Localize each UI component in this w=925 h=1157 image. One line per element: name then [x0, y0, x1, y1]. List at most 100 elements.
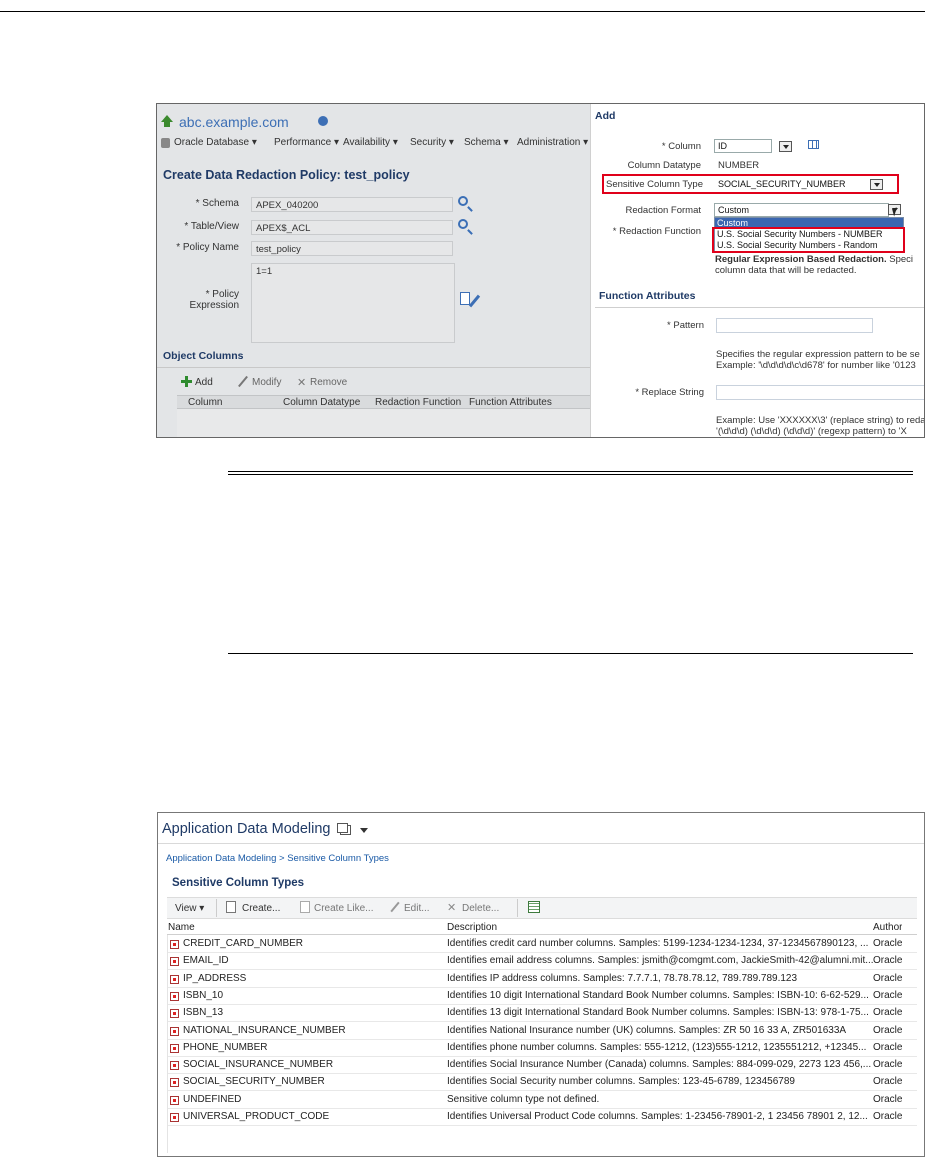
menu-schema[interactable]: Schema ▾ — [464, 137, 509, 148]
row-name: SOCIAL_INSURANCE_NUMBER — [183, 1059, 334, 1071]
row-description: Identifies phone number columns. Samples… — [447, 1041, 867, 1053]
replace-string-input[interactable] — [716, 385, 924, 400]
menu-security[interactable]: Security ▾ — [410, 137, 454, 148]
row-author: Oracle — [873, 1076, 903, 1088]
policy-name-input[interactable]: test_policy — [251, 241, 453, 256]
table-header — [167, 920, 917, 935]
policy-name-label: * Policy Name — [176, 242, 239, 253]
redaction-format-select[interactable]: Custom — [714, 203, 889, 217]
row-author: Oracle — [873, 1007, 903, 1019]
up-arrow-stem — [164, 121, 170, 127]
highlight-box-ssn-options — [712, 227, 905, 253]
schema-input[interactable]: APEX_040200 — [251, 197, 453, 212]
delete-icon: ✕ — [447, 902, 457, 914]
column-dropdown-button[interactable] — [779, 141, 792, 152]
row-author: Oracle — [873, 955, 903, 967]
pattern-input[interactable] — [716, 318, 873, 333]
row-name: SOCIAL_SECURITY_NUMBER — [183, 1076, 325, 1088]
schema-label: * Schema — [195, 198, 239, 209]
row-author: Oracle — [873, 938, 903, 949]
replace-help-2: '(\d\d\d) (\d\d\d) (\d\d\d)' (regexp pat… — [716, 426, 907, 437]
remove-button[interactable]: Remove — [310, 377, 347, 388]
col-column-datatype: Column Datatype — [283, 397, 361, 408]
toolbar-separator — [517, 899, 518, 917]
sensitive-type-icon — [170, 957, 179, 967]
expression-builder-icon[interactable] — [460, 292, 470, 305]
sensitive-type-icon — [170, 1043, 179, 1053]
row-description: Identifies Social Security number column… — [447, 1076, 795, 1088]
table-view-label: * Table/View — [184, 221, 239, 232]
table-row[interactable]: UNDEFINED Sensitive column type not defin… — [167, 1092, 917, 1109]
create-policy-panel: abc.example.com Oracle Database ▾ Perfor… — [157, 104, 590, 437]
table-row[interactable]: ISBN_10 Identifies 10 digit International… — [167, 988, 917, 1005]
table-row[interactable]: EMAIL_ID Identifies email address columns… — [167, 953, 917, 971]
add-icon — [185, 376, 188, 387]
row-name: UNIVERSAL_PRODUCT_CODE — [183, 1111, 330, 1122]
pattern-help-1: Specifies the regular expression pattern… — [716, 349, 920, 360]
row-description: Identifies Social Insurance Number (Cana… — [447, 1059, 872, 1071]
col-function-attributes: Function Attributes — [469, 397, 552, 408]
breadcrumb[interactable]: Application Data Modeling > Sensitive Co… — [166, 853, 389, 864]
copy-icon-back — [337, 823, 348, 833]
info-icon[interactable] — [318, 116, 328, 126]
sensitive-type-icon — [170, 1078, 179, 1088]
row-description: Identifies Universal Product Code column… — [447, 1111, 868, 1122]
menu-administration[interactable]: Administration ▾ — [517, 137, 588, 148]
row-description: Identifies email address columns. Sample… — [447, 955, 873, 967]
column-datatype-value: NUMBER — [718, 160, 760, 171]
target-name-link[interactable]: abc.example.com — [179, 114, 289, 130]
table-row[interactable]: IP_ADDRESS Identifies IP address columns.… — [167, 971, 917, 988]
sensitive-column-type-select[interactable]: SOCIAL_SECURITY_NUMBER — [715, 178, 865, 191]
row-author: Oracle — [873, 1059, 903, 1071]
sensitive-column-types-screenshot: Application Data Modeling Application Da… — [157, 812, 925, 1157]
col-name: Name — [168, 922, 195, 933]
delete-button[interactable]: Delete... — [462, 903, 499, 914]
col-description: Description — [447, 922, 498, 933]
search-icon[interactable] — [458, 219, 468, 229]
row-name: ISBN_13 — [183, 1007, 224, 1019]
sensitive-type-icon — [170, 1026, 179, 1036]
row-description: Sensitive column type not defined. — [447, 1093, 600, 1105]
add-button[interactable]: Add — [195, 377, 213, 388]
sensitive-type-icon — [170, 1095, 179, 1105]
table-left-border — [167, 935, 168, 1153]
edit-button[interactable]: Edit... — [404, 903, 430, 914]
search-icon[interactable] — [458, 196, 468, 206]
row-name: PHONE_NUMBER — [183, 1041, 268, 1053]
table-row[interactable]: UNIVERSAL_PRODUCT_CODE Identifies Univers… — [167, 1109, 917, 1126]
table-row[interactable]: ISBN_13 Identifies 13 digit International… — [167, 1005, 917, 1023]
policy-expression-textarea[interactable]: 1=1 — [251, 263, 455, 343]
note-bottom-rule — [228, 653, 913, 654]
view-menu[interactable]: View ▾ — [175, 903, 204, 914]
replace-string-label: * Replace String — [635, 387, 704, 398]
column-select[interactable]: ID — [714, 139, 772, 153]
table-row[interactable]: PHONE_NUMBER Identifies phone number colu… — [167, 1040, 917, 1057]
export-icon[interactable] — [528, 901, 540, 913]
table-icon[interactable] — [808, 140, 819, 149]
table-row[interactable]: SOCIAL_INSURANCE_NUMBER Identifies Social… — [167, 1057, 917, 1075]
menu-oracle-database[interactable]: Oracle Database ▾ — [174, 137, 257, 148]
row-name: ISBN_10 — [183, 989, 224, 1001]
redaction-function-desc: Regular Expression Based Redaction. Spec… — [715, 254, 913, 265]
table-view-input[interactable]: APEX$_ACL — [251, 220, 453, 235]
table-row[interactable]: CREDIT_CARD_NUMBER Identifies credit card… — [167, 936, 917, 953]
table-row[interactable]: SOCIAL_SECURITY_NUMBER Identifies Social … — [167, 1074, 917, 1092]
row-name: UNDEFINED — [183, 1093, 242, 1105]
table-row[interactable]: NATIONAL_INSURANCE_NUMBER Identifies Nati… — [167, 1023, 917, 1040]
chevron-down-icon[interactable] — [360, 828, 368, 833]
row-description: Identifies National Insurance number (UK… — [447, 1024, 847, 1036]
page-title: Create Data Redaction Policy: test_polic… — [163, 168, 410, 182]
row-author: Oracle — [873, 989, 903, 1001]
menu-availability[interactable]: Availability ▾ — [343, 137, 398, 148]
pencil-icon[interactable] — [468, 294, 481, 308]
create-button[interactable]: Create... — [242, 903, 280, 914]
sensitive-type-icon — [170, 1009, 179, 1019]
menu-performance[interactable]: Performance ▾ — [274, 137, 339, 148]
row-description: Identifies 10 digit International Standa… — [447, 989, 869, 1001]
create-like-button[interactable]: Create Like... — [314, 903, 373, 914]
sensitive-column-type-label: Sensitive Column Type — [606, 179, 703, 190]
sensitive-type-dropdown-button[interactable] — [870, 179, 883, 190]
page-top-rule — [0, 11, 925, 12]
database-icon — [161, 138, 170, 148]
modify-button[interactable]: Modify — [252, 377, 281, 388]
